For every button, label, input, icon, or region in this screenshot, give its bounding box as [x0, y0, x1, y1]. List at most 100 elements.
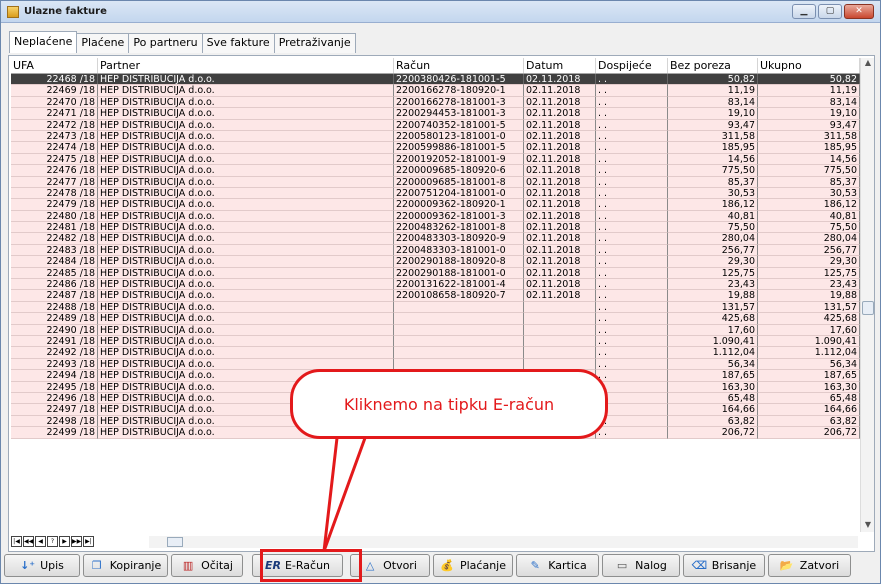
- table-row[interactable]: 22475 /18 HEP DISTRIBUCIJA d.o.o. 22001920…: [11, 153, 860, 166]
- table-row[interactable]: 22471 /18 HEP DISTRIBUCIJA d.o.o. 22002944…: [11, 108, 860, 120]
- tab-po-partneru[interactable]: Po partneru: [128, 33, 203, 53]
- table-row[interactable]: 22485 /18 HEP DISTRIBUCIJA d.o.o. 22002901…: [11, 267, 860, 280]
- table-row[interactable]: 22488 /18 HEP DISTRIBUCIJA d.o.o.. . 131,5…: [11, 301, 860, 314]
- table-row[interactable]: 22481 /18 HEP DISTRIBUCIJA d.o.o. 22004832…: [11, 222, 860, 234]
- column-header-ukupno[interactable]: Ukupno: [758, 58, 860, 73]
- cell-partner: HEP DISTRIBUCIJA d.o.o.: [98, 108, 394, 120]
- instruction-callout: Kliknemo na tipku E-račun: [290, 369, 608, 439]
- cell-partner: HEP DISTRIBUCIJA d.o.o.: [98, 74, 394, 86]
- scroll-down-icon[interactable]: ▼: [861, 520, 875, 532]
- column-header-dospijece[interactable]: Dospijeće: [596, 58, 668, 73]
- table-row[interactable]: 22490 /18 HEP DISTRIBUCIJA d.o.o.. . 17,60…: [11, 324, 860, 336]
- table-row[interactable]: 22489 /18 HEP DISTRIBUCIJA d.o.o.. . 425,6…: [11, 313, 860, 325]
- table-row[interactable]: 22483 /18 HEP DISTRIBUCIJA d.o.o. 22004833…: [11, 244, 860, 257]
- column-header-ufa[interactable]: UFA: [11, 58, 98, 73]
- cell-bez-poreza: 17,60: [668, 324, 758, 336]
- column-header-datum[interactable]: Datum: [524, 58, 596, 73]
- ocitaj-button[interactable]: ▥ Očitaj: [171, 554, 243, 577]
- cell-ufa: 22489 /18: [11, 313, 98, 325]
- kopiranje-button[interactable]: ❐ Kopiranje: [83, 554, 168, 577]
- cell-ukupno: 256,77: [758, 244, 860, 257]
- cell-dospijece: . .: [596, 279, 668, 291]
- upis-button[interactable]: ↓⁺ Upis: [4, 554, 80, 577]
- cell-datum: 02.11.2018: [524, 279, 596, 291]
- e-racun-highlight-box: [260, 549, 362, 582]
- cell-dospijece: . .: [596, 210, 668, 223]
- zatvori-button[interactable]: 📂 Zatvori: [768, 554, 851, 577]
- table-row[interactable]: 22492 /18 HEP DISTRIBUCIJA d.o.o.. . 1.112…: [11, 347, 860, 359]
- tab-placene[interactable]: Plaćene: [76, 33, 130, 53]
- table-row[interactable]: 22473 /18 HEP DISTRIBUCIJA d.o.o. 22005801…: [11, 130, 860, 143]
- table-row[interactable]: 22474 /18 HEP DISTRIBUCIJA d.o.o. 22005998…: [11, 142, 860, 154]
- table-row[interactable]: 22478 /18 HEP DISTRIBUCIJA d.o.o. 22007512…: [11, 187, 860, 200]
- horizontal-scroll-thumb[interactable]: [167, 537, 183, 547]
- kartica-button[interactable]: ✎ Kartica: [516, 554, 599, 577]
- table-row[interactable]: 22487 /18 HEP DISTRIBUCIJA d.o.o. 22001086…: [11, 290, 860, 302]
- cell-datum: [524, 335, 596, 348]
- cell-datum: 02.11.2018: [524, 187, 596, 200]
- cell-datum: 02.11.2018: [524, 290, 596, 302]
- minimize-button[interactable]: ▁: [792, 4, 816, 19]
- vertical-scroll-thumb[interactable]: [862, 301, 874, 315]
- brisanje-button[interactable]: ⌫ Brisanje: [683, 554, 765, 577]
- table-row[interactable]: 22469 /18 HEP DISTRIBUCIJA d.o.o. 22001662…: [11, 85, 860, 97]
- cell-ufa: 22470 /18: [11, 96, 98, 109]
- column-header-bez-poreza[interactable]: Bez poreza: [668, 58, 758, 73]
- scroll-up-icon[interactable]: ▲: [861, 58, 875, 70]
- cell-dospijece: . .: [596, 267, 668, 280]
- cell-datum: 02.11.2018: [524, 153, 596, 166]
- otvori-button[interactable]: △ Otvori: [350, 554, 430, 577]
- cell-datum: 02.11.2018: [524, 176, 596, 188]
- table-row[interactable]: 22477 /18 HEP DISTRIBUCIJA d.o.o. 22000096…: [11, 176, 860, 188]
- cell-ufa: 22482 /18: [11, 233, 98, 245]
- cell-ukupno: 14,56: [758, 153, 860, 166]
- last-record-icon[interactable]: ▶|: [83, 535, 94, 547]
- cell-ufa: 22472 /18: [11, 119, 98, 131]
- cell-racun: 2200108658-180920-7: [394, 290, 524, 302]
- cell-partner: HEP DISTRIBUCIJA d.o.o.: [98, 210, 394, 223]
- cell-racun: 2200009362-180920-1: [394, 199, 524, 211]
- nalog-button[interactable]: ▭ Nalog: [602, 554, 680, 577]
- first-record-icon[interactable]: |◀: [11, 535, 22, 547]
- placanje-button[interactable]: 💰 Plaćanje: [433, 554, 513, 577]
- tab-sve-fakture[interactable]: Sve fakture: [201, 33, 275, 53]
- cell-ukupno: 206,72: [758, 427, 860, 439]
- cell-racun: 2200580123-181001-0: [394, 130, 524, 143]
- tab-neplacene[interactable]: Neplaćene: [9, 31, 78, 53]
- table-row[interactable]: 22472 /18 HEP DISTRIBUCIJA d.o.o. 22007403…: [11, 119, 860, 131]
- table-row[interactable]: 22484 /18 HEP DISTRIBUCIJA d.o.o. 22002901…: [11, 256, 860, 268]
- column-header-partner[interactable]: Partner: [98, 58, 394, 73]
- prev-record-icon[interactable]: ◀: [35, 535, 46, 547]
- cell-ukupno: 131,57: [758, 301, 860, 314]
- cell-ufa: 22484 /18: [11, 256, 98, 268]
- cell-bez-poreza: 775,50: [668, 165, 758, 177]
- table-row[interactable]: 22480 /18 HEP DISTRIBUCIJA d.o.o. 22000093…: [11, 210, 860, 223]
- cell-datum: 02.11.2018: [524, 210, 596, 223]
- table-row[interactable]: 22491 /18 HEP DISTRIBUCIJA d.o.o.. . 1.090…: [11, 335, 860, 348]
- vertical-scrollbar[interactable]: ▲ ▼: [860, 58, 874, 532]
- cell-racun: [394, 313, 524, 325]
- column-header-racun[interactable]: Račun: [394, 58, 524, 73]
- cell-ukupno: 93,47: [758, 119, 860, 131]
- cell-ufa: 22497 /18: [11, 404, 98, 416]
- table-row[interactable]: 22479 /18 HEP DISTRIBUCIJA d.o.o. 22000093…: [11, 199, 860, 211]
- folder-icon: 📂: [779, 559, 794, 572]
- close-button[interactable]: ✕: [844, 4, 874, 19]
- horizontal-scrollbar[interactable]: [149, 536, 858, 548]
- maximize-button[interactable]: ▢: [818, 4, 842, 19]
- table-row[interactable]: 22482 /18 HEP DISTRIBUCIJA d.o.o. 22004833…: [11, 233, 860, 245]
- table-row[interactable]: 22476 /18 HEP DISTRIBUCIJA d.o.o. 22000096…: [11, 165, 860, 177]
- help-icon[interactable]: ?: [47, 535, 58, 547]
- tab-pretrazivanje[interactable]: Pretraživanje: [273, 33, 356, 53]
- next-page-icon[interactable]: ▶▶: [71, 535, 82, 547]
- table-row[interactable]: 22470 /18 HEP DISTRIBUCIJA d.o.o. 22001662…: [11, 96, 860, 109]
- cell-ukupno: 19,10: [758, 108, 860, 120]
- cell-bez-poreza: 186,12: [668, 199, 758, 211]
- table-row[interactable]: 22486 /18 HEP DISTRIBUCIJA d.o.o. 22001316…: [11, 279, 860, 291]
- next-record-icon[interactable]: ▶: [59, 535, 70, 547]
- app-icon: [7, 5, 19, 18]
- cell-ufa: 22473 /18: [11, 130, 98, 143]
- cell-datum: [524, 301, 596, 314]
- prev-page-icon[interactable]: ◀◀: [23, 535, 34, 547]
- table-row[interactable]: 22468 /18 HEP DISTRIBUCIJA d.o.o. 22003804…: [11, 74, 860, 86]
